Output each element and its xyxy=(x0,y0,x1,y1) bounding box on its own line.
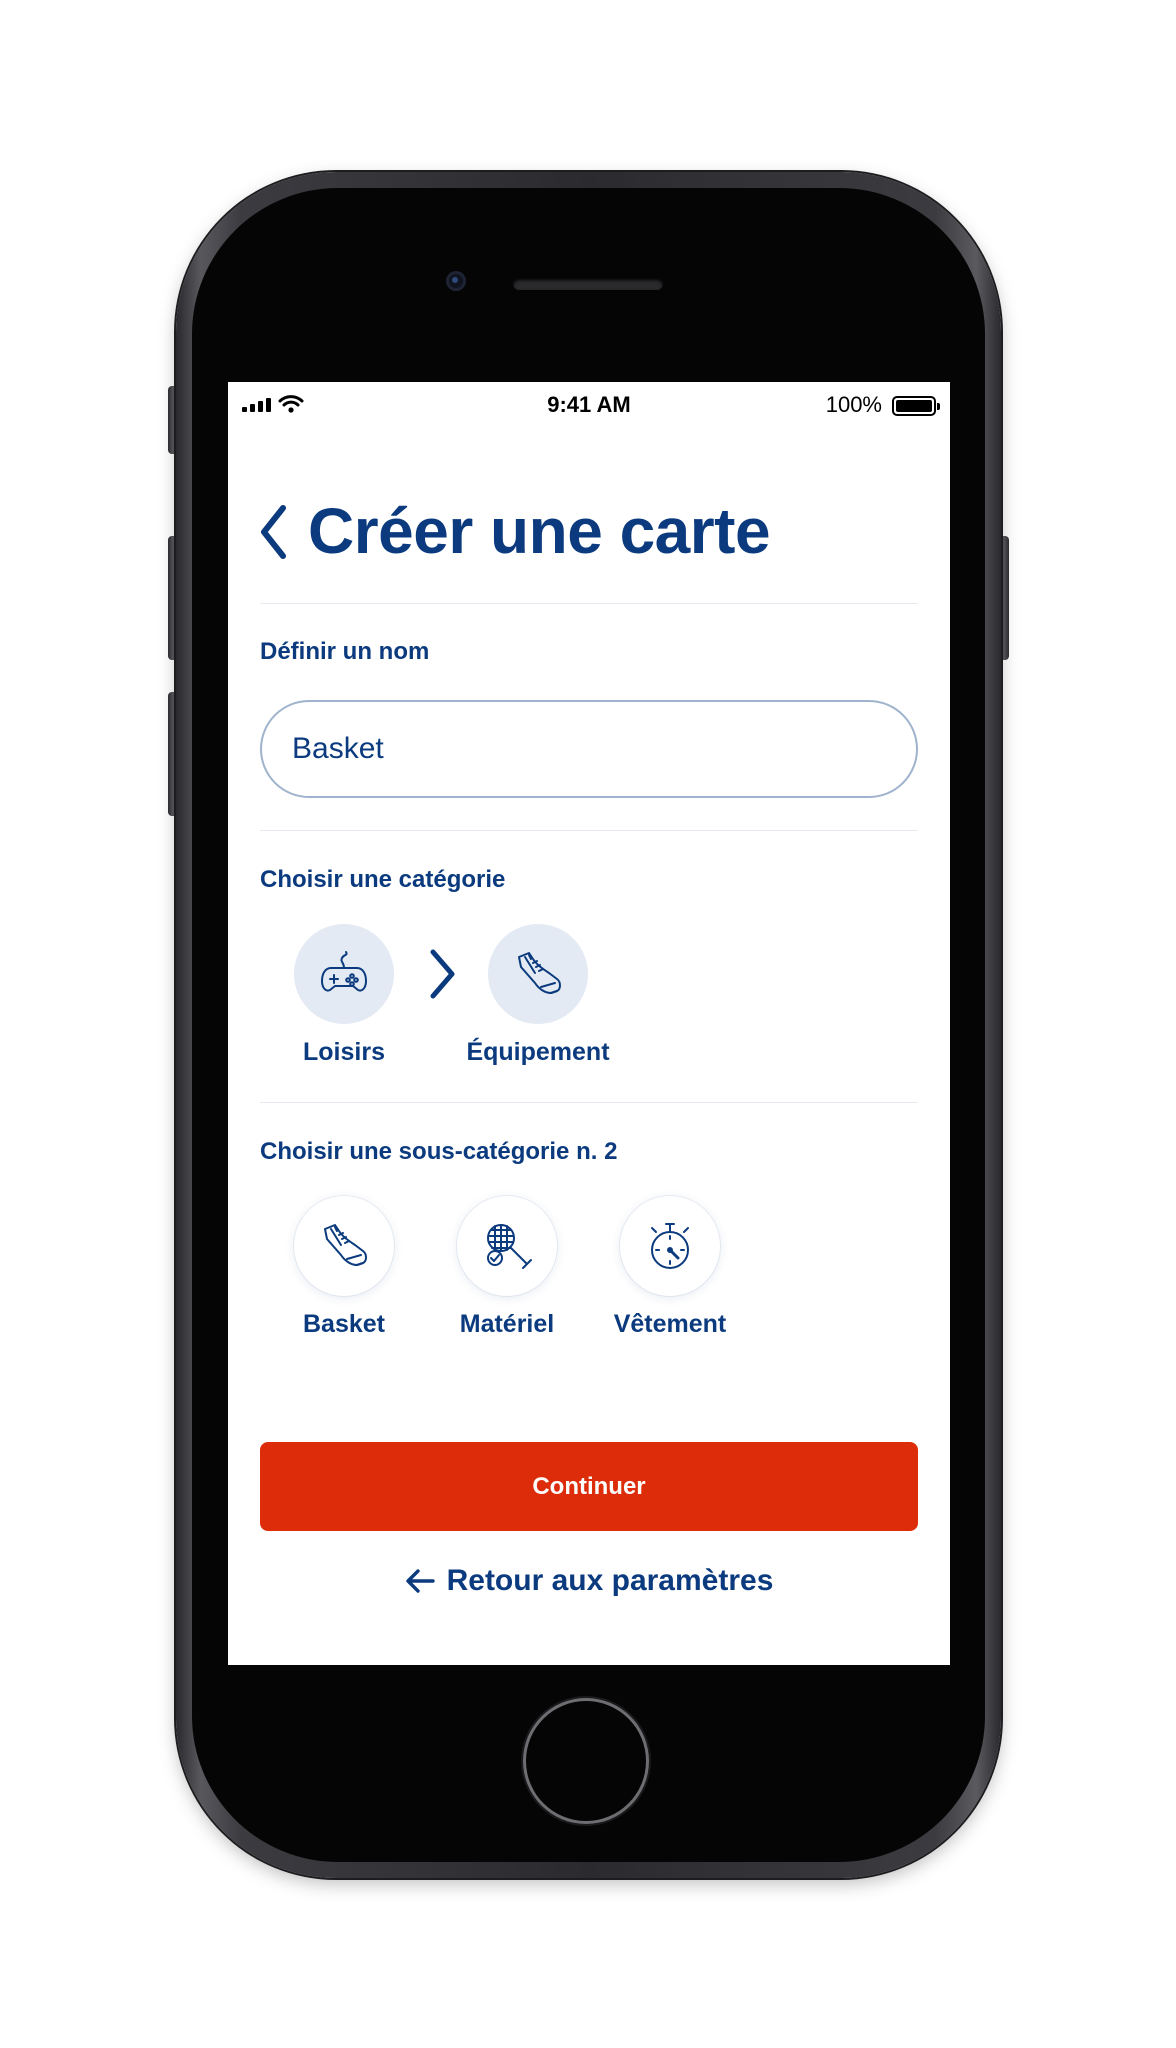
subcategory-materiel-button[interactable] xyxy=(457,1196,557,1296)
subcategory-section-label: Choisir une sous-catégorie n. 2 xyxy=(260,1138,618,1165)
divider xyxy=(260,830,918,831)
battery-percentage: 100% xyxy=(825,392,882,417)
divider xyxy=(260,603,918,604)
category-equipement-label: Équipement xyxy=(466,1038,610,1066)
front-camera xyxy=(446,271,466,291)
page-title: Créer une carte xyxy=(308,495,771,567)
back-to-settings-link[interactable]: Retour aux paramètres xyxy=(228,1564,950,1598)
sneaker-icon xyxy=(518,952,561,994)
category-equipement-button[interactable] xyxy=(488,924,588,1024)
subcategory-basket-button[interactable] xyxy=(294,1196,394,1296)
subcategory-vetement-label: Vêtement xyxy=(613,1310,727,1338)
divider xyxy=(260,1102,918,1103)
arrow-left-icon xyxy=(405,1569,435,1593)
category-loisirs-button[interactable] xyxy=(294,924,394,1024)
category-section-label: Choisir une catégorie xyxy=(260,866,506,893)
subcategory-basket-label: Basket xyxy=(303,1310,385,1338)
chevron-right-icon xyxy=(430,949,455,999)
home-button[interactable] xyxy=(523,1698,649,1824)
battery-icon xyxy=(892,396,940,416)
stopwatch-icon xyxy=(651,1223,689,1269)
name-input[interactable] xyxy=(260,700,918,798)
sneaker-icon xyxy=(324,1224,367,1266)
gamepad-icon xyxy=(321,951,367,992)
continue-button[interactable]: Continuer xyxy=(260,1442,918,1531)
tennis-racket-icon xyxy=(487,1224,532,1269)
back-chevron-icon[interactable] xyxy=(258,504,288,560)
category-loisirs-label: Loisirs xyxy=(303,1038,385,1066)
name-section-label: Définir un nom xyxy=(260,638,430,665)
app-screen: 9:41 AM 100% Créer une carte Définir un … xyxy=(228,382,950,1665)
subcategory-materiel-label: Matériel xyxy=(459,1310,555,1338)
status-bar: 9:41 AM 100% xyxy=(228,382,950,426)
back-to-settings-label: Retour aux paramètres xyxy=(446,1564,774,1597)
subcategory-vetement-button[interactable] xyxy=(620,1196,720,1296)
earpiece-speaker xyxy=(513,278,663,290)
